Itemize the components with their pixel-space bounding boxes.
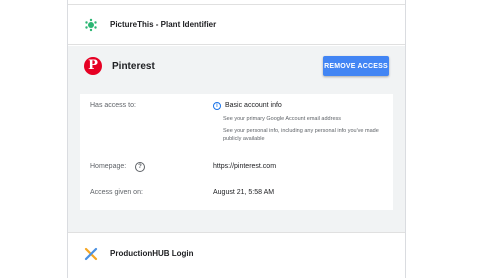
app-name: PictureThis - Plant Identifier — [110, 20, 217, 29]
pinterest-logo-icon: P — [84, 57, 102, 75]
app-name: ProductionHUB Login — [110, 249, 194, 258]
remove-access-button[interactable]: REMOVE ACCESS — [323, 56, 389, 76]
info-icon: i — [213, 102, 221, 110]
has-access-label: Has access to: — [90, 102, 136, 109]
productionhub-x-icon — [84, 247, 98, 261]
expanded-header[interactable]: P Pinterest REMOVE ACCESS — [84, 54, 389, 78]
help-icon[interactable]: ? — [135, 162, 145, 172]
expanded-app-title: Pinterest — [112, 60, 155, 72]
access-given-value: August 21, 5:58 AM — [213, 189, 275, 196]
third-party-access-panel: PictureThis - Plant Identifier P Pintere… — [67, 0, 406, 278]
homepage-label: Homepage: — [90, 163, 127, 170]
app-row-productionhub[interactable]: ProductionHUB Login — [68, 232, 405, 274]
plant-leaf-icon — [84, 18, 98, 32]
app-row-picturethis[interactable]: PictureThis - Plant Identifier — [68, 5, 405, 45]
access-given-label: Access given on: — [90, 189, 143, 196]
access-scope-title: Basic account info — [225, 102, 282, 109]
homepage-link[interactable]: https://pinterest.com — [213, 163, 276, 170]
access-scope-info-desc: See your personal info, including any pe… — [223, 128, 379, 142]
access-details-card: Has access to: i Basic account info See … — [80, 94, 393, 210]
expanded-app-pinterest: P Pinterest REMOVE ACCESS Has access to:… — [68, 46, 405, 232]
access-scope-email-desc: See your primary Google Account email ad… — [223, 116, 342, 122]
